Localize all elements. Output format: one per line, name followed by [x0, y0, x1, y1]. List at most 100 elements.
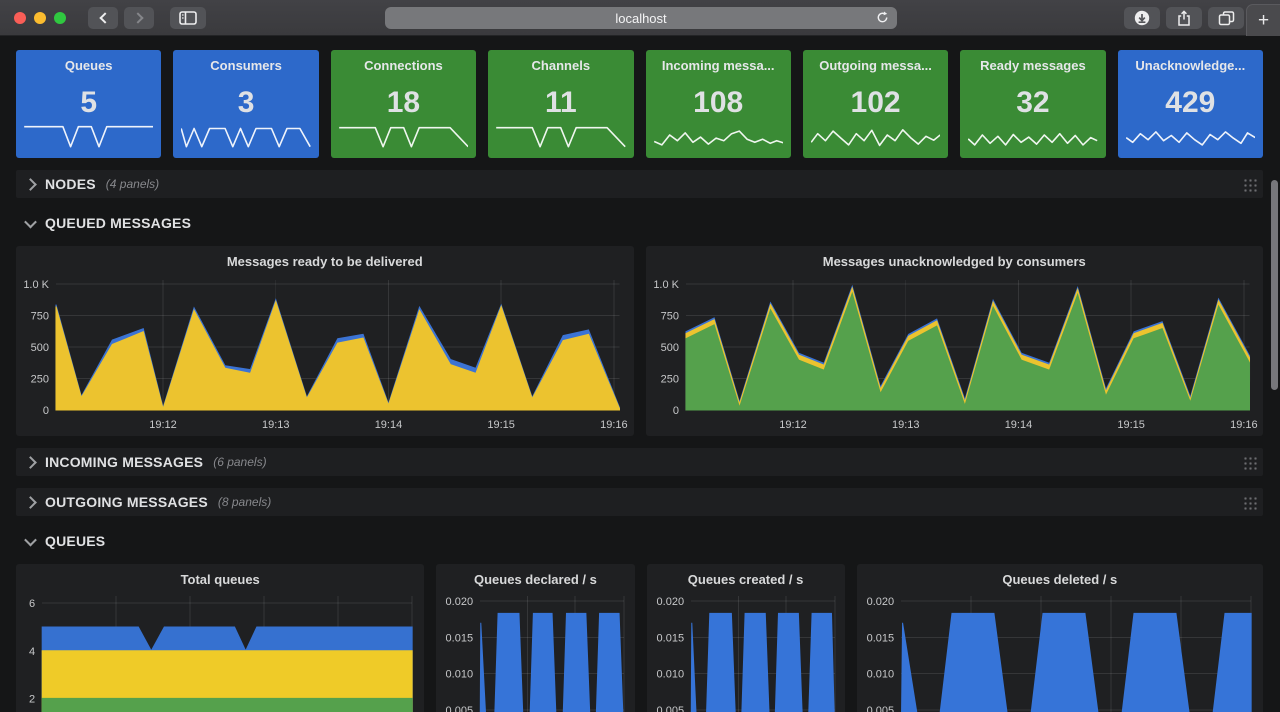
stat-value: 102 — [811, 73, 940, 120]
row-title: OUTGOING MESSAGES — [45, 494, 208, 510]
tab-overview-button[interactable] — [1208, 7, 1244, 29]
row-queues[interactable]: QUEUES — [16, 528, 1263, 554]
close-window-button[interactable] — [14, 12, 26, 24]
stat-panel-channels[interactable]: Channels 11 — [488, 50, 633, 158]
panel-messages-unacknowledged[interactable]: Messages unacknowledged by consumers 025… — [646, 246, 1264, 436]
chevron-right-icon — [24, 456, 37, 469]
drag-handle-icon[interactable] — [1242, 177, 1257, 192]
svg-text:19:12: 19:12 — [149, 419, 177, 431]
svg-text:19:16: 19:16 — [600, 419, 628, 431]
svg-text:19:15: 19:15 — [487, 419, 514, 431]
new-tab-button[interactable]: + — [1246, 4, 1280, 36]
stat-title: Incoming messa... — [654, 58, 783, 73]
sparkline — [1126, 120, 1255, 152]
panel-queues-created[interactable]: Queues created / s 0.0050.0100.0150.020 — [647, 564, 845, 712]
stat-value: 11 — [496, 73, 625, 120]
row-incoming-messages[interactable]: INCOMING MESSAGES (6 panels) — [16, 448, 1263, 476]
stat-title: Unacknowledge... — [1126, 58, 1255, 73]
forward-button[interactable] — [124, 7, 154, 29]
forward-icon — [132, 12, 143, 23]
stat-title: Queues — [24, 58, 153, 73]
row-title: INCOMING MESSAGES — [45, 454, 203, 470]
drag-handle-icon[interactable] — [1242, 495, 1257, 510]
panel-title: Total queues — [16, 564, 424, 590]
panel-total-queues[interactable]: Total queues 246 — [16, 564, 424, 712]
back-icon — [99, 12, 110, 23]
svg-text:0.010: 0.010 — [656, 669, 684, 681]
stat-panel-unacknowledged[interactable]: Unacknowledge... 429 — [1118, 50, 1263, 158]
graph: 0.0050.0100.0150.020 — [647, 590, 845, 712]
zoom-window-button[interactable] — [54, 12, 66, 24]
stat-title: Ready messages — [968, 58, 1097, 73]
svg-text:0.020: 0.020 — [656, 596, 684, 608]
svg-text:0.010: 0.010 — [866, 669, 894, 681]
dashboard: Queues 5 Consumers 3 Connections 18 Chan… — [0, 36, 1280, 712]
svg-text:2: 2 — [29, 693, 35, 705]
svg-text:0.015: 0.015 — [866, 632, 894, 644]
stat-panel-incoming-messages[interactable]: Incoming messa... 108 — [646, 50, 791, 158]
stat-panel-ready-messages[interactable]: Ready messages 32 — [960, 50, 1105, 158]
stat-value: 429 — [1126, 73, 1255, 120]
svg-text:19:14: 19:14 — [1004, 419, 1032, 431]
row-title: QUEUED MESSAGES — [45, 215, 191, 231]
graph: 0.0050.0100.0150.020 — [436, 590, 634, 712]
minimize-window-button[interactable] — [34, 12, 46, 24]
panel-title: Messages unacknowledged by consumers — [646, 246, 1264, 272]
svg-text:250: 250 — [660, 373, 678, 385]
chevron-down-icon — [24, 215, 37, 228]
reload-icon[interactable] — [875, 10, 890, 25]
chevron-right-icon — [24, 178, 37, 191]
panel-queues-deleted[interactable]: Queues deleted / s 0.0050.0100.0150.020 — [857, 564, 1263, 712]
panel-title: Queues created / s — [647, 564, 845, 590]
svg-text:1.0 K: 1.0 K — [23, 279, 49, 291]
svg-text:19:15: 19:15 — [1117, 419, 1145, 431]
stat-panel-consumers[interactable]: Consumers 3 — [173, 50, 318, 158]
panel-queues-declared[interactable]: Queues declared / s 0.0050.0100.0150.020 — [436, 564, 634, 712]
back-button[interactable] — [88, 7, 118, 29]
panel-messages-ready[interactable]: Messages ready to be delivered 025050075… — [16, 246, 634, 436]
stat-value: 32 — [968, 73, 1097, 120]
svg-text:0.010: 0.010 — [446, 669, 474, 681]
stat-panel-queues[interactable]: Queues 5 — [16, 50, 161, 158]
svg-text:0.020: 0.020 — [446, 596, 474, 608]
downloads-button[interactable] — [1124, 7, 1160, 29]
stat-title: Consumers — [181, 58, 310, 73]
singlestat-row: Queues 5 Consumers 3 Connections 18 Chan… — [16, 50, 1263, 158]
stat-panel-outgoing-messages[interactable]: Outgoing messa... 102 — [803, 50, 948, 158]
sparkline — [811, 120, 940, 152]
chevron-down-icon — [24, 533, 37, 546]
queues-panels: Total queues 246 Queues declared / s 0.0… — [16, 564, 1263, 712]
graph: 0.0050.0100.0150.020 — [857, 590, 1263, 712]
address-bar[interactable]: localhost — [385, 7, 897, 29]
plus-icon: + — [1258, 10, 1269, 32]
url-text: localhost — [615, 11, 666, 26]
svg-text:0: 0 — [43, 405, 49, 417]
stat-panel-connections[interactable]: Connections 18 — [331, 50, 476, 158]
row-title: NODES — [45, 176, 96, 192]
sparkline — [496, 120, 625, 152]
drag-handle-icon[interactable] — [1242, 455, 1257, 470]
stat-title: Outgoing messa... — [811, 58, 940, 73]
sidebar-button[interactable] — [170, 7, 206, 29]
svg-text:19:16: 19:16 — [1230, 419, 1258, 431]
row-panel-count: (8 panels) — [218, 495, 271, 509]
panel-title: Queues declared / s — [436, 564, 634, 590]
svg-text:19:14: 19:14 — [375, 419, 403, 431]
graph: 02505007501.0 K19:1219:1319:1419:1519:16 — [646, 272, 1264, 436]
svg-text:0.005: 0.005 — [446, 705, 474, 712]
share-button[interactable] — [1166, 7, 1202, 29]
svg-text:250: 250 — [31, 373, 49, 385]
sidebar-icon — [179, 11, 197, 25]
row-queued-messages[interactable]: QUEUED MESSAGES — [16, 210, 1263, 236]
row-outgoing-messages[interactable]: OUTGOING MESSAGES (8 panels) — [16, 488, 1263, 516]
tabs-icon — [1218, 10, 1235, 26]
queued-messages-panels: Messages ready to be delivered 025050075… — [16, 246, 1263, 436]
svg-text:19:13: 19:13 — [262, 419, 290, 431]
sparkline — [339, 120, 468, 152]
row-panel-count: (4 panels) — [106, 177, 159, 191]
scrollbar-thumb[interactable] — [1271, 180, 1278, 390]
row-nodes[interactable]: NODES (4 panels) — [16, 170, 1263, 198]
stat-title: Connections — [339, 58, 468, 73]
sparkline — [654, 120, 783, 152]
sparkline — [181, 120, 310, 152]
